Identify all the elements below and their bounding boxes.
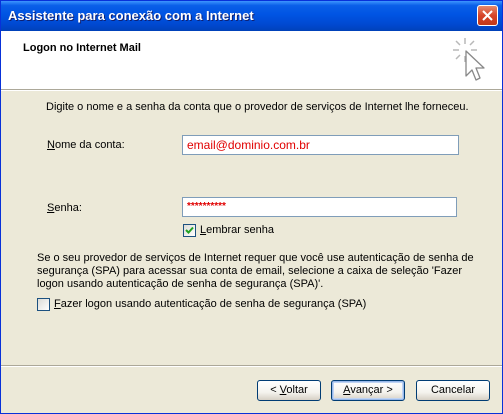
- spa-checkbox-label[interactable]: Fazer logon usando autenticação de senha…: [54, 298, 366, 310]
- spa-description: Se o seu provedor de serviços de Interne…: [37, 252, 474, 290]
- next-button[interactable]: Avançar >: [331, 380, 405, 401]
- account-name-input[interactable]: email@dominio.com.br: [182, 135, 459, 155]
- window-title: Assistente para conexão com a Internet: [8, 8, 254, 23]
- header-divider: [1, 89, 502, 91]
- title-bar[interactable]: Assistente para conexão com a Internet: [1, 1, 502, 31]
- back-button[interactable]: < Voltar: [257, 380, 321, 401]
- footer-divider: [1, 365, 502, 367]
- cancel-button[interactable]: Cancelar: [416, 380, 490, 401]
- password-input[interactable]: **********: [182, 197, 457, 217]
- checkmark-icon: [185, 226, 194, 234]
- wizard-window: Assistente para conexão com a Internet L…: [0, 0, 503, 414]
- close-button[interactable]: [477, 5, 498, 26]
- spa-checkbox[interactable]: [37, 298, 50, 311]
- close-icon: [482, 10, 493, 21]
- wizard-star-cursor-icon: [453, 38, 485, 81]
- remember-password-checkbox[interactable]: [183, 224, 196, 237]
- wizard-header: Logon no Internet Mail: [1, 31, 502, 89]
- password-label: Senha:: [47, 202, 82, 214]
- intro-text: Digite o nome e a senha da conta que o p…: [46, 101, 469, 113]
- remember-password-label[interactable]: Lembrar senha: [200, 224, 274, 236]
- page-title: Logon no Internet Mail: [23, 42, 141, 54]
- account-name-label: Nome da conta:: [47, 139, 125, 151]
